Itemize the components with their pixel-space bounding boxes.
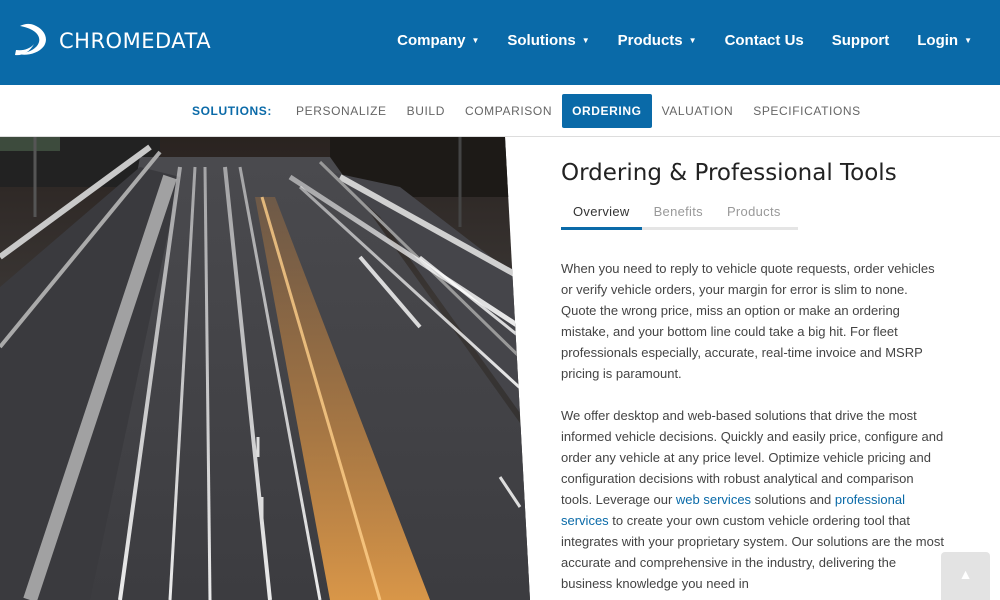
- chevron-down-icon: ▼: [964, 36, 972, 45]
- subnav-label: SOLUTIONS:: [192, 104, 272, 118]
- chevron-up-icon: ▲: [958, 566, 973, 582]
- chevron-down-icon: ▼: [581, 36, 590, 45]
- nav-login-label: Login: [917, 32, 959, 49]
- nav-login[interactable]: Login ▼: [917, 32, 972, 49]
- tab-overview[interactable]: Overview: [561, 204, 642, 230]
- subnav-specifications[interactable]: SPECIFICATIONS: [743, 94, 871, 128]
- nav-solutions-label: Solutions: [507, 32, 576, 49]
- highway-night-photo: [0, 137, 530, 600]
- nav-company[interactable]: Company ▼: [397, 32, 479, 49]
- nav-products-label: Products: [617, 32, 683, 49]
- subnav-build[interactable]: BUILD: [397, 94, 455, 128]
- nav-contact-us[interactable]: Contact Us: [725, 32, 804, 49]
- nav-solutions[interactable]: Solutions ▼: [507, 32, 589, 49]
- web-services-link[interactable]: web services: [676, 492, 751, 507]
- nav-company-label: Company: [397, 32, 466, 49]
- brand-logo[interactable]: CHROMEDATA: [14, 22, 211, 60]
- subnav-personalize[interactable]: PERSONALIZE: [286, 94, 397, 128]
- subnav-comparison[interactable]: COMPARISON: [455, 94, 562, 128]
- chevron-down-icon: ▼: [471, 36, 480, 45]
- subnav-valuation[interactable]: VALUATION: [652, 94, 744, 128]
- main-nav: Company ▼ Solutions ▼ Products ▼ Contact Us…: [369, 32, 972, 49]
- paragraph-text: solutions and: [751, 492, 835, 507]
- nav-contact-us-label: Contact Us: [724, 32, 804, 49]
- chromedata-logo-icon: [15, 23, 46, 56]
- site-header: CHROMEDATA Company ▼ Solutions ▼ Products ▼…: [0, 0, 1000, 85]
- overview-paragraph-1: When you need to reply to vehicle quote …: [561, 261, 935, 381]
- nav-support-label: Support: [831, 32, 890, 49]
- nav-support[interactable]: Support: [832, 32, 890, 49]
- tab-benefits[interactable]: Benefits: [642, 204, 715, 227]
- tab-products[interactable]: Products: [715, 204, 793, 227]
- chevron-down-icon: ▼: [688, 36, 697, 45]
- paragraph-text: to create your own custom vehicle orderi…: [561, 513, 944, 591]
- main-content: Ordering & Professional Tools Overview B…: [561, 160, 946, 594]
- overview-paragraph-2: We offer desktop and web-based solutions…: [561, 405, 946, 594]
- content-tabs: Overview Benefits Products: [561, 204, 798, 230]
- scroll-to-top-button[interactable]: ▲: [941, 552, 990, 600]
- brand-name: CHROMEDATA: [59, 29, 212, 53]
- page-title: Ordering & Professional Tools: [561, 160, 897, 186]
- subnav-ordering[interactable]: ORDERING: [562, 94, 652, 128]
- nav-products[interactable]: Products ▼: [618, 32, 697, 49]
- solutions-subnav: SOLUTIONS: PERSONALIZE BUILD COMPARISON …: [0, 85, 1000, 137]
